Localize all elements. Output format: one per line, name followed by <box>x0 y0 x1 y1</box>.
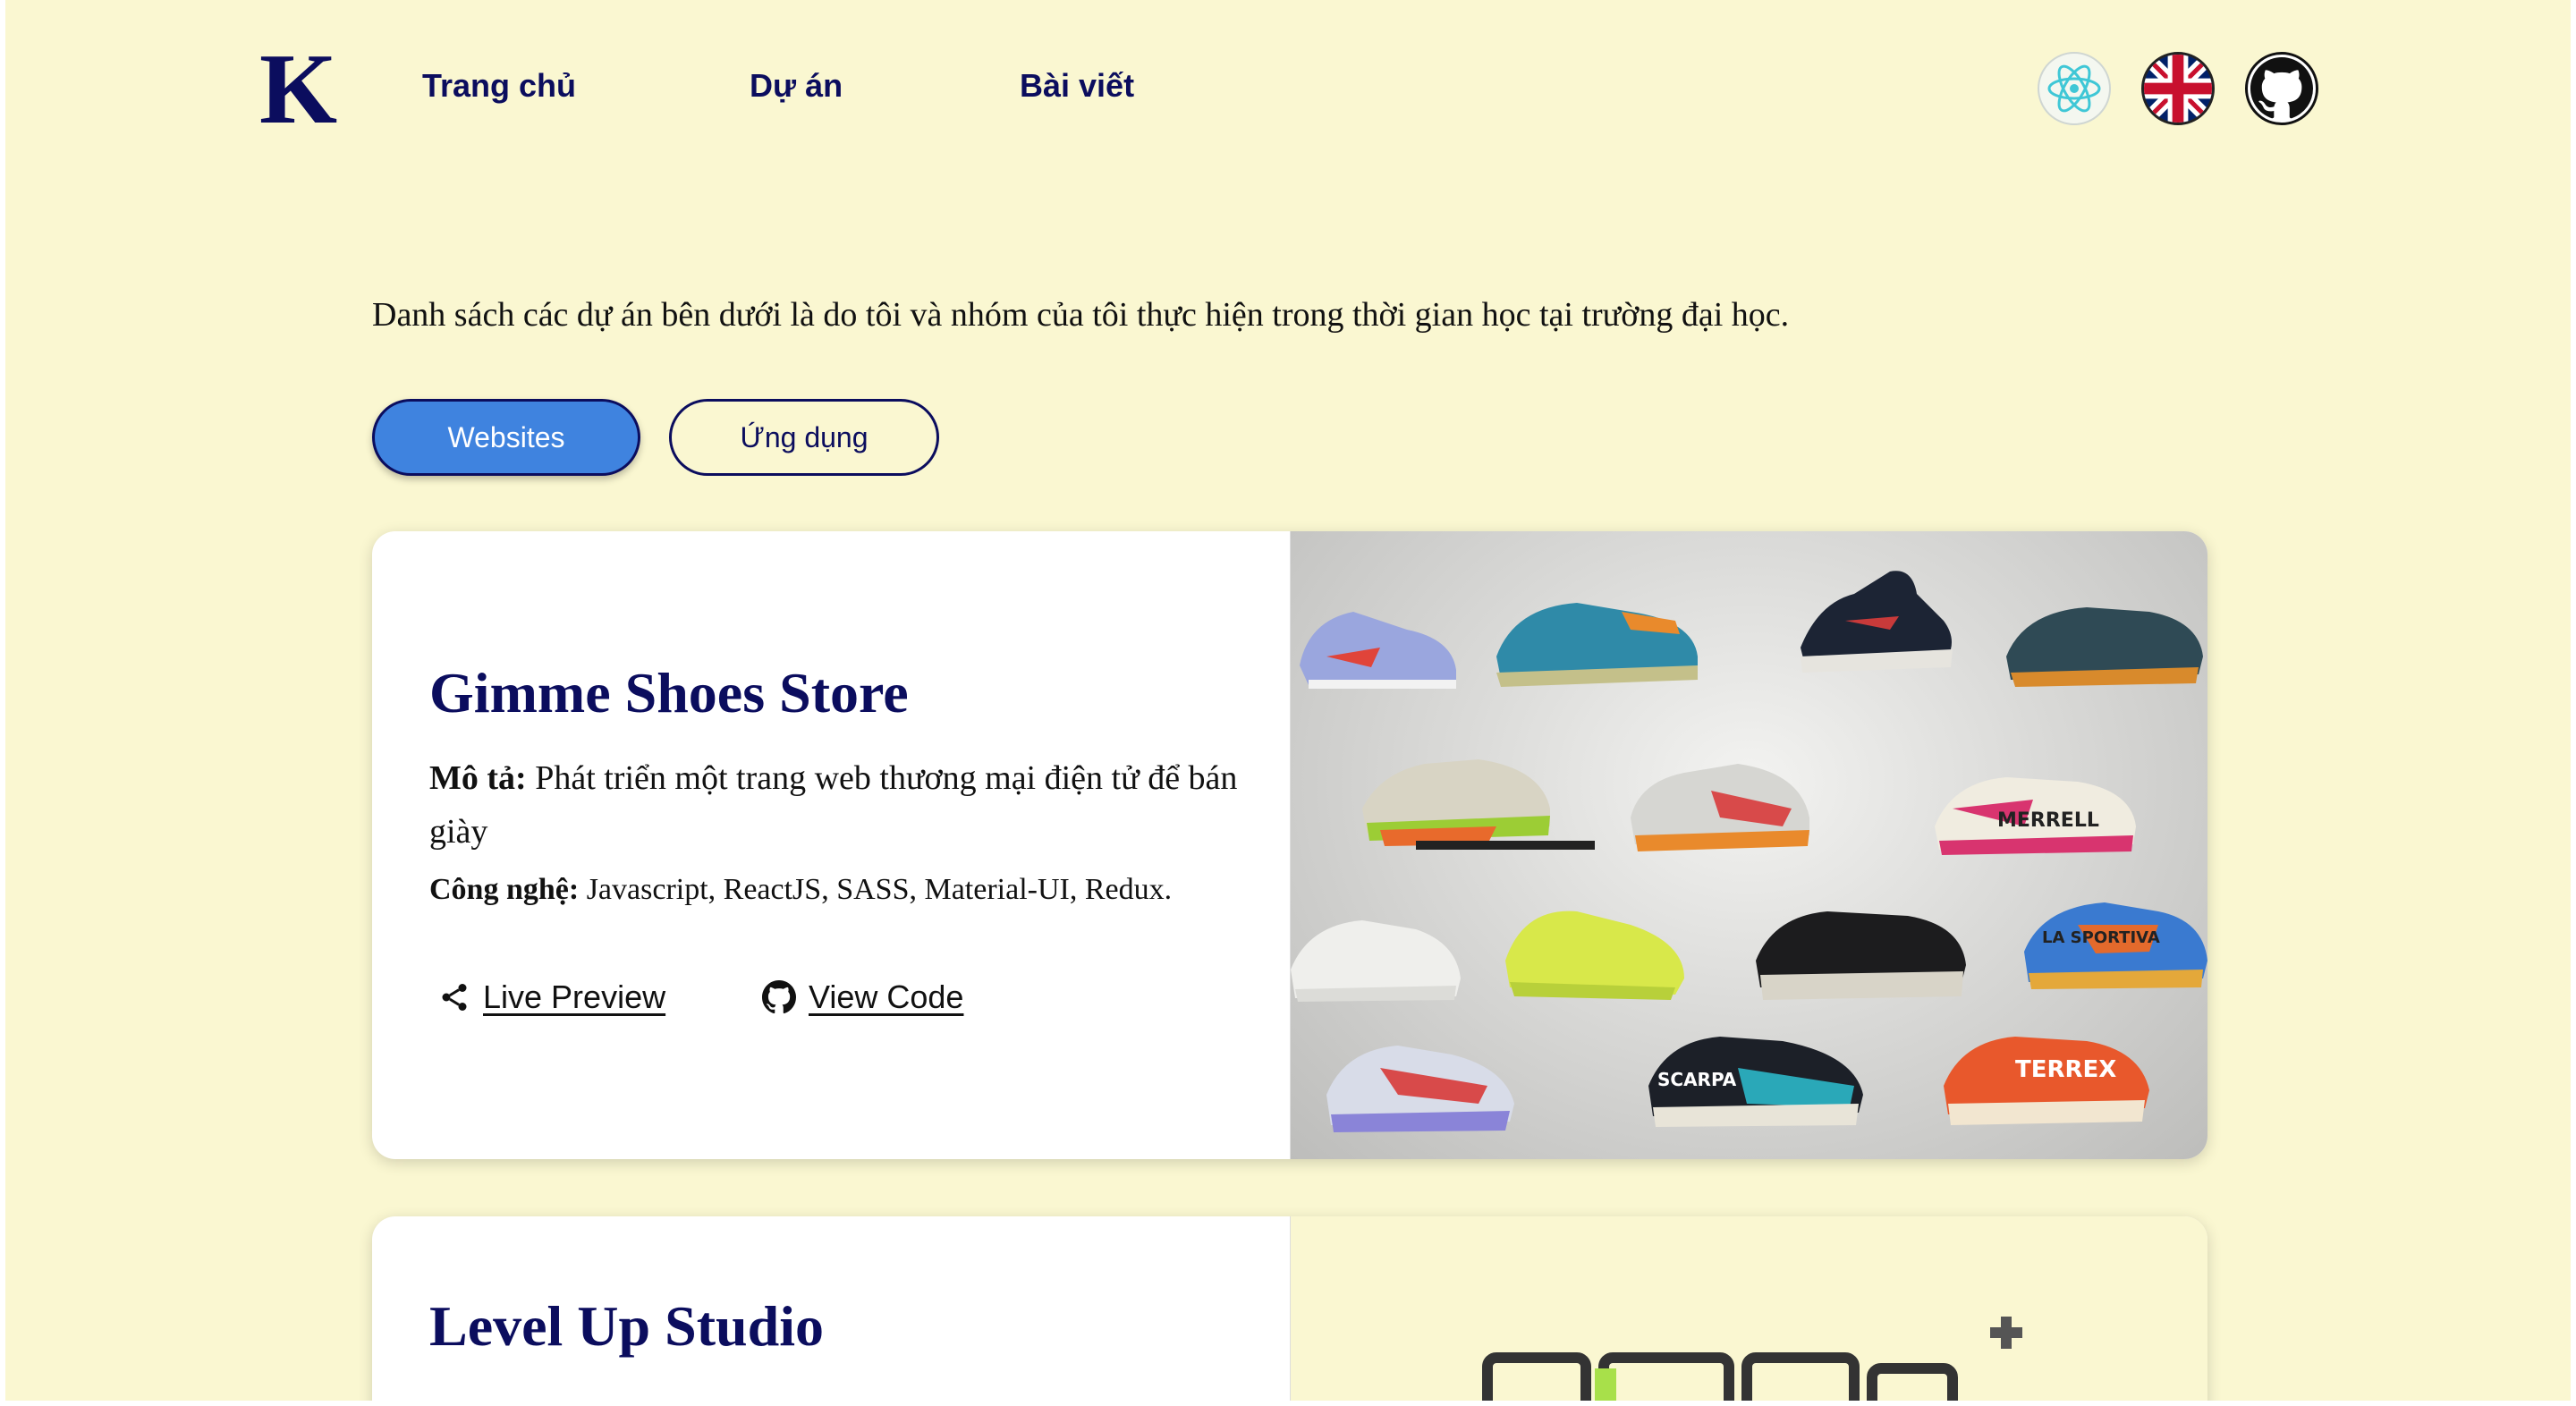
tab-websites[interactable]: Websites <box>372 399 640 476</box>
project-image <box>1290 1216 2207 1401</box>
live-preview-link[interactable]: Live Preview <box>438 978 665 1016</box>
tab-apps[interactable]: Ứng dụng <box>669 399 939 476</box>
description-label: Mô tả: <box>429 759 527 797</box>
level-up-logo-image <box>1291 1216 2207 1401</box>
project-card: Gimme Shoes Store Mô tả: Phát triển một … <box>372 531 2207 1159</box>
nav-home[interactable]: Trang chủ <box>422 68 576 104</box>
svg-text:MERRELL: MERRELL <box>1997 809 2099 832</box>
nav-posts[interactable]: Bài viết <box>1020 68 1134 104</box>
shoes-collage-image: MERRELL LA SPORTIVA SCARPA TERREX <box>1291 531 2207 1159</box>
tech-text: Javascript, ReactJS, SASS, Material-UI, … <box>586 873 1173 906</box>
page: K Trang chủ Dự án Bài viết Danh sách các… <box>5 0 2571 1401</box>
svg-text:SCARPA: SCARPA <box>1657 1069 1737 1090</box>
site-logo[interactable]: K <box>259 39 337 140</box>
project-image: MERRELL LA SPORTIVA SCARPA TERREX <box>1290 531 2207 1159</box>
project-tech: Công nghệ: Javascript, ReactJS, SASS, Ma… <box>429 873 1288 907</box>
uk-flag-icon[interactable] <box>2141 52 2215 125</box>
projects-intro: Danh sách các dự án bên dưới là do tôi v… <box>372 296 1790 334</box>
project-card: Level Up Studio <box>372 1216 2207 1401</box>
share-icon <box>442 984 467 1011</box>
svg-text:LA SPORTIVA: LA SPORTIVA <box>2042 928 2160 947</box>
project-info: Gimme Shoes Store Mô tả: Phát triển một … <box>372 531 1290 1159</box>
react-icon[interactable] <box>2038 52 2111 125</box>
github-icon[interactable] <box>2245 52 2318 125</box>
nav-projects[interactable]: Dự án <box>750 68 843 104</box>
project-info: Level Up Studio <box>372 1216 1290 1401</box>
github-icon <box>762 980 796 1014</box>
project-title: Gimme Shoes Store <box>429 661 909 724</box>
svg-text:TERREX: TERREX <box>2015 1056 2116 1083</box>
view-code-label: View Code <box>809 978 964 1015</box>
tech-label: Công nghệ: <box>429 873 580 906</box>
project-title: Level Up Studio <box>429 1294 824 1358</box>
view-code-link[interactable]: View Code <box>762 978 963 1016</box>
live-preview-label: Live Preview <box>483 978 666 1015</box>
project-description: Mô tả: Phát triển một trang web thương m… <box>429 751 1270 859</box>
description-text: Phát triển một trang web thương mại điện… <box>429 759 1238 851</box>
